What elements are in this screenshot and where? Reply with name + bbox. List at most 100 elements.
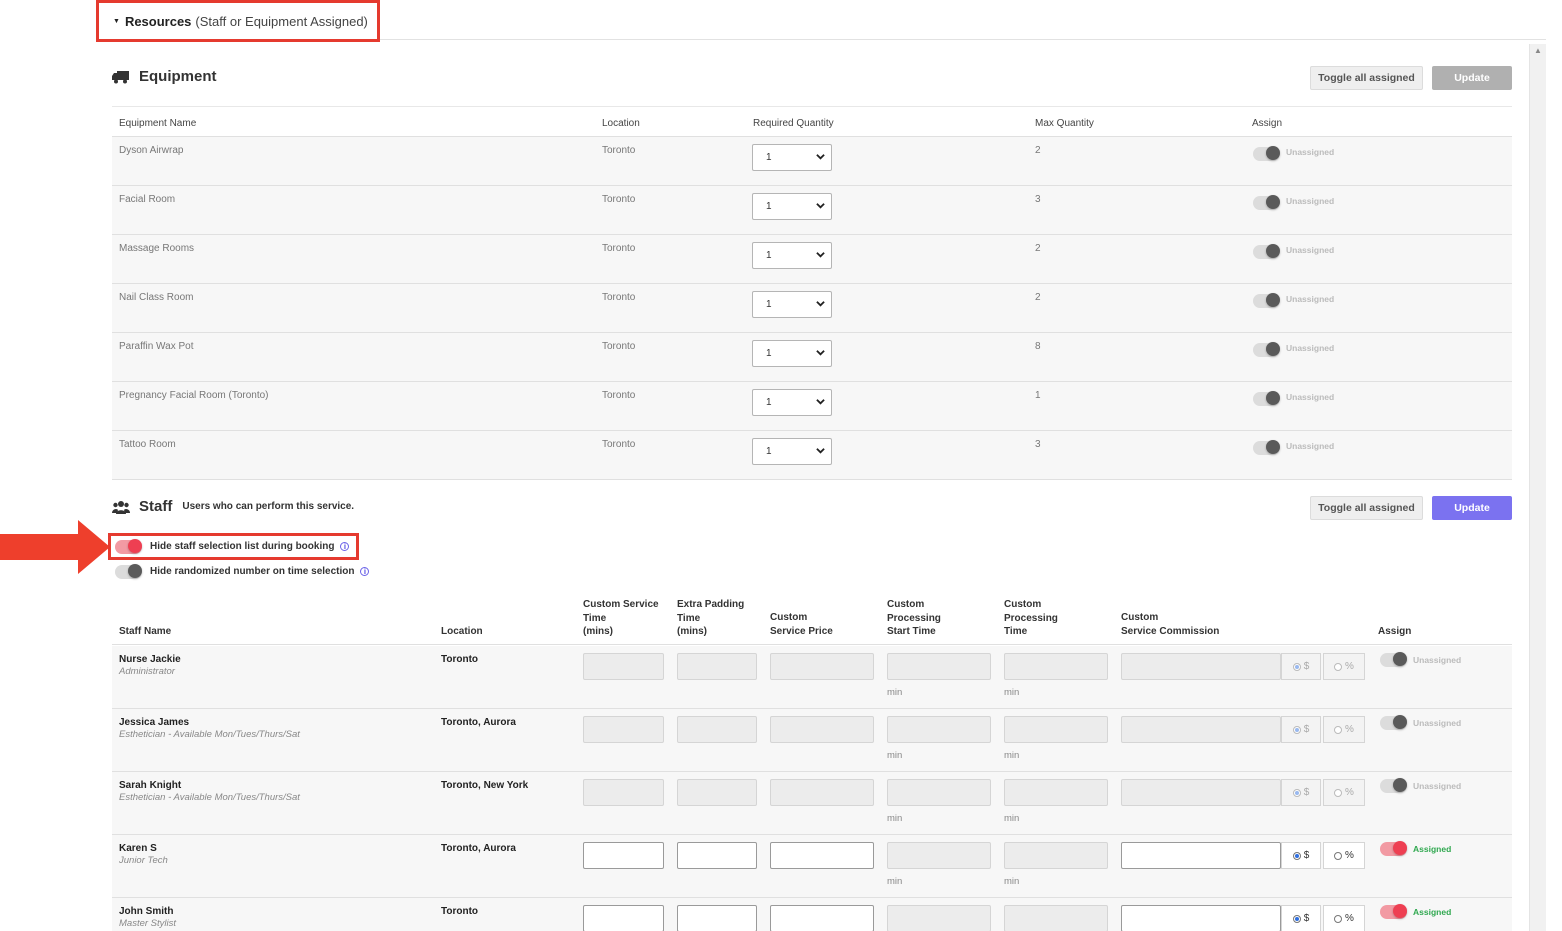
commission-input[interactable] bbox=[1121, 842, 1281, 869]
scrollbar[interactable]: ▲ bbox=[1529, 44, 1546, 931]
extra-padding-input[interactable] bbox=[677, 905, 757, 931]
staff-row: Jessica James Esthetician - Available Mon… bbox=[112, 709, 1512, 772]
staff-assign-toggle[interactable] bbox=[1380, 778, 1407, 793]
info-icon[interactable]: i bbox=[340, 542, 350, 551]
commission-input[interactable] bbox=[1121, 779, 1281, 806]
custom-service-time-input[interactable] bbox=[583, 842, 664, 869]
max-quantity: 2 bbox=[1035, 243, 1041, 254]
equipment-location: Toronto bbox=[602, 194, 636, 205]
staff-assign-toggle[interactable] bbox=[1380, 652, 1407, 667]
equipment-row: Pregnancy Facial Room (Toronto) Toronto 1 1… bbox=[112, 382, 1512, 431]
staff-update-button[interactable]: Update bbox=[1432, 496, 1512, 520]
commission-input[interactable] bbox=[1121, 653, 1281, 680]
chevron-down-icon bbox=[816, 154, 825, 160]
assign-toggle[interactable] bbox=[1253, 146, 1280, 161]
commission-percent-radio[interactable]: % bbox=[1323, 653, 1365, 680]
custom-service-time-input[interactable] bbox=[583, 905, 664, 931]
assign-status: Unassigned bbox=[1286, 392, 1335, 402]
users-icon bbox=[112, 500, 130, 514]
resources-subtitle: (Staff or Equipment Assigned) bbox=[195, 13, 368, 29]
processing-time-input[interactable] bbox=[1004, 653, 1108, 680]
assign-status: Unassigned bbox=[1286, 441, 1335, 451]
custom-service-time-input[interactable] bbox=[583, 653, 664, 680]
commission-dollar-radio[interactable]: $ bbox=[1281, 716, 1321, 743]
commission-dollar-radio[interactable]: $ bbox=[1281, 842, 1321, 869]
processing-start-input[interactable] bbox=[887, 905, 991, 931]
custom-price-input[interactable] bbox=[770, 716, 874, 743]
required-quantity-select[interactable]: 1 bbox=[752, 389, 832, 416]
hide-staff-list-toggle[interactable] bbox=[115, 539, 142, 554]
staff-assign-toggle[interactable] bbox=[1380, 841, 1407, 856]
required-quantity-select[interactable]: 1 bbox=[752, 193, 832, 220]
min-label: min bbox=[1004, 750, 1020, 761]
info-icon[interactable]: i bbox=[360, 567, 370, 576]
equipment-location: Toronto bbox=[602, 390, 636, 401]
min-label: min bbox=[1004, 813, 1020, 824]
scroll-up-icon[interactable]: ▲ bbox=[1534, 46, 1542, 55]
equipment-table: Equipment Name Location Required Quantit… bbox=[112, 106, 1512, 480]
commission-dollar-radio[interactable]: $ bbox=[1281, 653, 1321, 680]
commission-percent-radio[interactable]: % bbox=[1323, 905, 1365, 931]
processing-time-input[interactable] bbox=[1004, 779, 1108, 806]
extra-padding-input[interactable] bbox=[677, 716, 757, 743]
assign-toggle[interactable] bbox=[1253, 342, 1280, 357]
processing-time-input[interactable] bbox=[1004, 716, 1108, 743]
commission-percent-radio[interactable]: % bbox=[1323, 716, 1365, 743]
equipment-table-header: Equipment Name Location Required Quantit… bbox=[112, 106, 1512, 137]
staff-name: Jessica James bbox=[119, 717, 190, 728]
commission-dollar-radio[interactable]: $ bbox=[1281, 905, 1321, 931]
required-quantity-select[interactable]: 1 bbox=[752, 291, 832, 318]
commission-input[interactable] bbox=[1121, 716, 1281, 743]
staff-toggle-all-button[interactable]: Toggle all assigned bbox=[1310, 496, 1423, 520]
commission-percent-radio[interactable]: % bbox=[1323, 779, 1365, 806]
extra-padding-input[interactable] bbox=[677, 842, 757, 869]
staff-assign-toggle[interactable] bbox=[1380, 904, 1407, 919]
custom-price-input[interactable] bbox=[770, 842, 874, 869]
resources-collapse-header[interactable]: ▼ Resources (Staff or Equipment Assigned… bbox=[96, 0, 380, 42]
processing-start-input[interactable] bbox=[887, 779, 991, 806]
col-commission: Custom Service Commission bbox=[1121, 612, 1220, 637]
equipment-update-button[interactable]: Update bbox=[1432, 66, 1512, 90]
required-quantity-select[interactable]: 1 bbox=[752, 242, 832, 269]
required-quantity-select[interactable]: 1 bbox=[752, 340, 832, 367]
commission-input[interactable] bbox=[1121, 905, 1281, 931]
staff-name: Sarah Knight bbox=[119, 780, 182, 791]
required-quantity-select[interactable]: 1 bbox=[752, 144, 832, 171]
max-quantity: 1 bbox=[1035, 390, 1041, 401]
processing-start-input[interactable] bbox=[887, 842, 991, 869]
col-location: Location bbox=[602, 118, 640, 129]
required-quantity-select[interactable]: 1 bbox=[752, 438, 832, 465]
custom-service-time-input[interactable] bbox=[583, 716, 664, 743]
assign-toggle[interactable] bbox=[1253, 440, 1280, 455]
custom-price-input[interactable] bbox=[770, 653, 874, 680]
commission-dollar-radio[interactable]: $ bbox=[1281, 779, 1321, 806]
processing-start-input[interactable] bbox=[887, 653, 991, 680]
processing-time-input[interactable] bbox=[1004, 905, 1108, 931]
assign-toggle[interactable] bbox=[1253, 244, 1280, 259]
staff-name: Karen S bbox=[119, 843, 157, 854]
staff-assign-status: Assigned bbox=[1413, 844, 1452, 854]
commission-percent-radio[interactable]: % bbox=[1323, 842, 1365, 869]
processing-time-input[interactable] bbox=[1004, 842, 1108, 869]
assign-toggle[interactable] bbox=[1253, 293, 1280, 308]
staff-location: Toronto, Aurora bbox=[441, 717, 516, 728]
extra-padding-input[interactable] bbox=[677, 779, 757, 806]
custom-service-time-input[interactable] bbox=[583, 779, 664, 806]
chevron-down-icon bbox=[816, 399, 825, 405]
assign-toggle[interactable] bbox=[1253, 195, 1280, 210]
custom-price-input[interactable] bbox=[770, 905, 874, 931]
staff-row: Nurse Jackie Administrator Toronto min min $%… bbox=[112, 646, 1512, 709]
extra-padding-input[interactable] bbox=[677, 653, 757, 680]
processing-start-input[interactable] bbox=[887, 716, 991, 743]
equipment-toggle-all-button[interactable]: Toggle all assigned bbox=[1310, 66, 1423, 90]
col-custom-service-time: Custom Service Time (mins) bbox=[583, 599, 659, 637]
hide-random-number-toggle[interactable] bbox=[115, 564, 142, 579]
col-staff-name: Staff Name bbox=[119, 626, 172, 637]
staff-assign-toggle[interactable] bbox=[1380, 715, 1407, 730]
chevron-down-icon bbox=[816, 448, 825, 454]
staff-table-header: Staff Name Location Custom Service Time … bbox=[112, 596, 1512, 645]
hide-random-number-option: Hide randomized number on time selection… bbox=[150, 566, 370, 577]
assign-toggle[interactable] bbox=[1253, 391, 1280, 406]
staff-role: Administrator bbox=[119, 666, 175, 677]
custom-price-input[interactable] bbox=[770, 779, 874, 806]
